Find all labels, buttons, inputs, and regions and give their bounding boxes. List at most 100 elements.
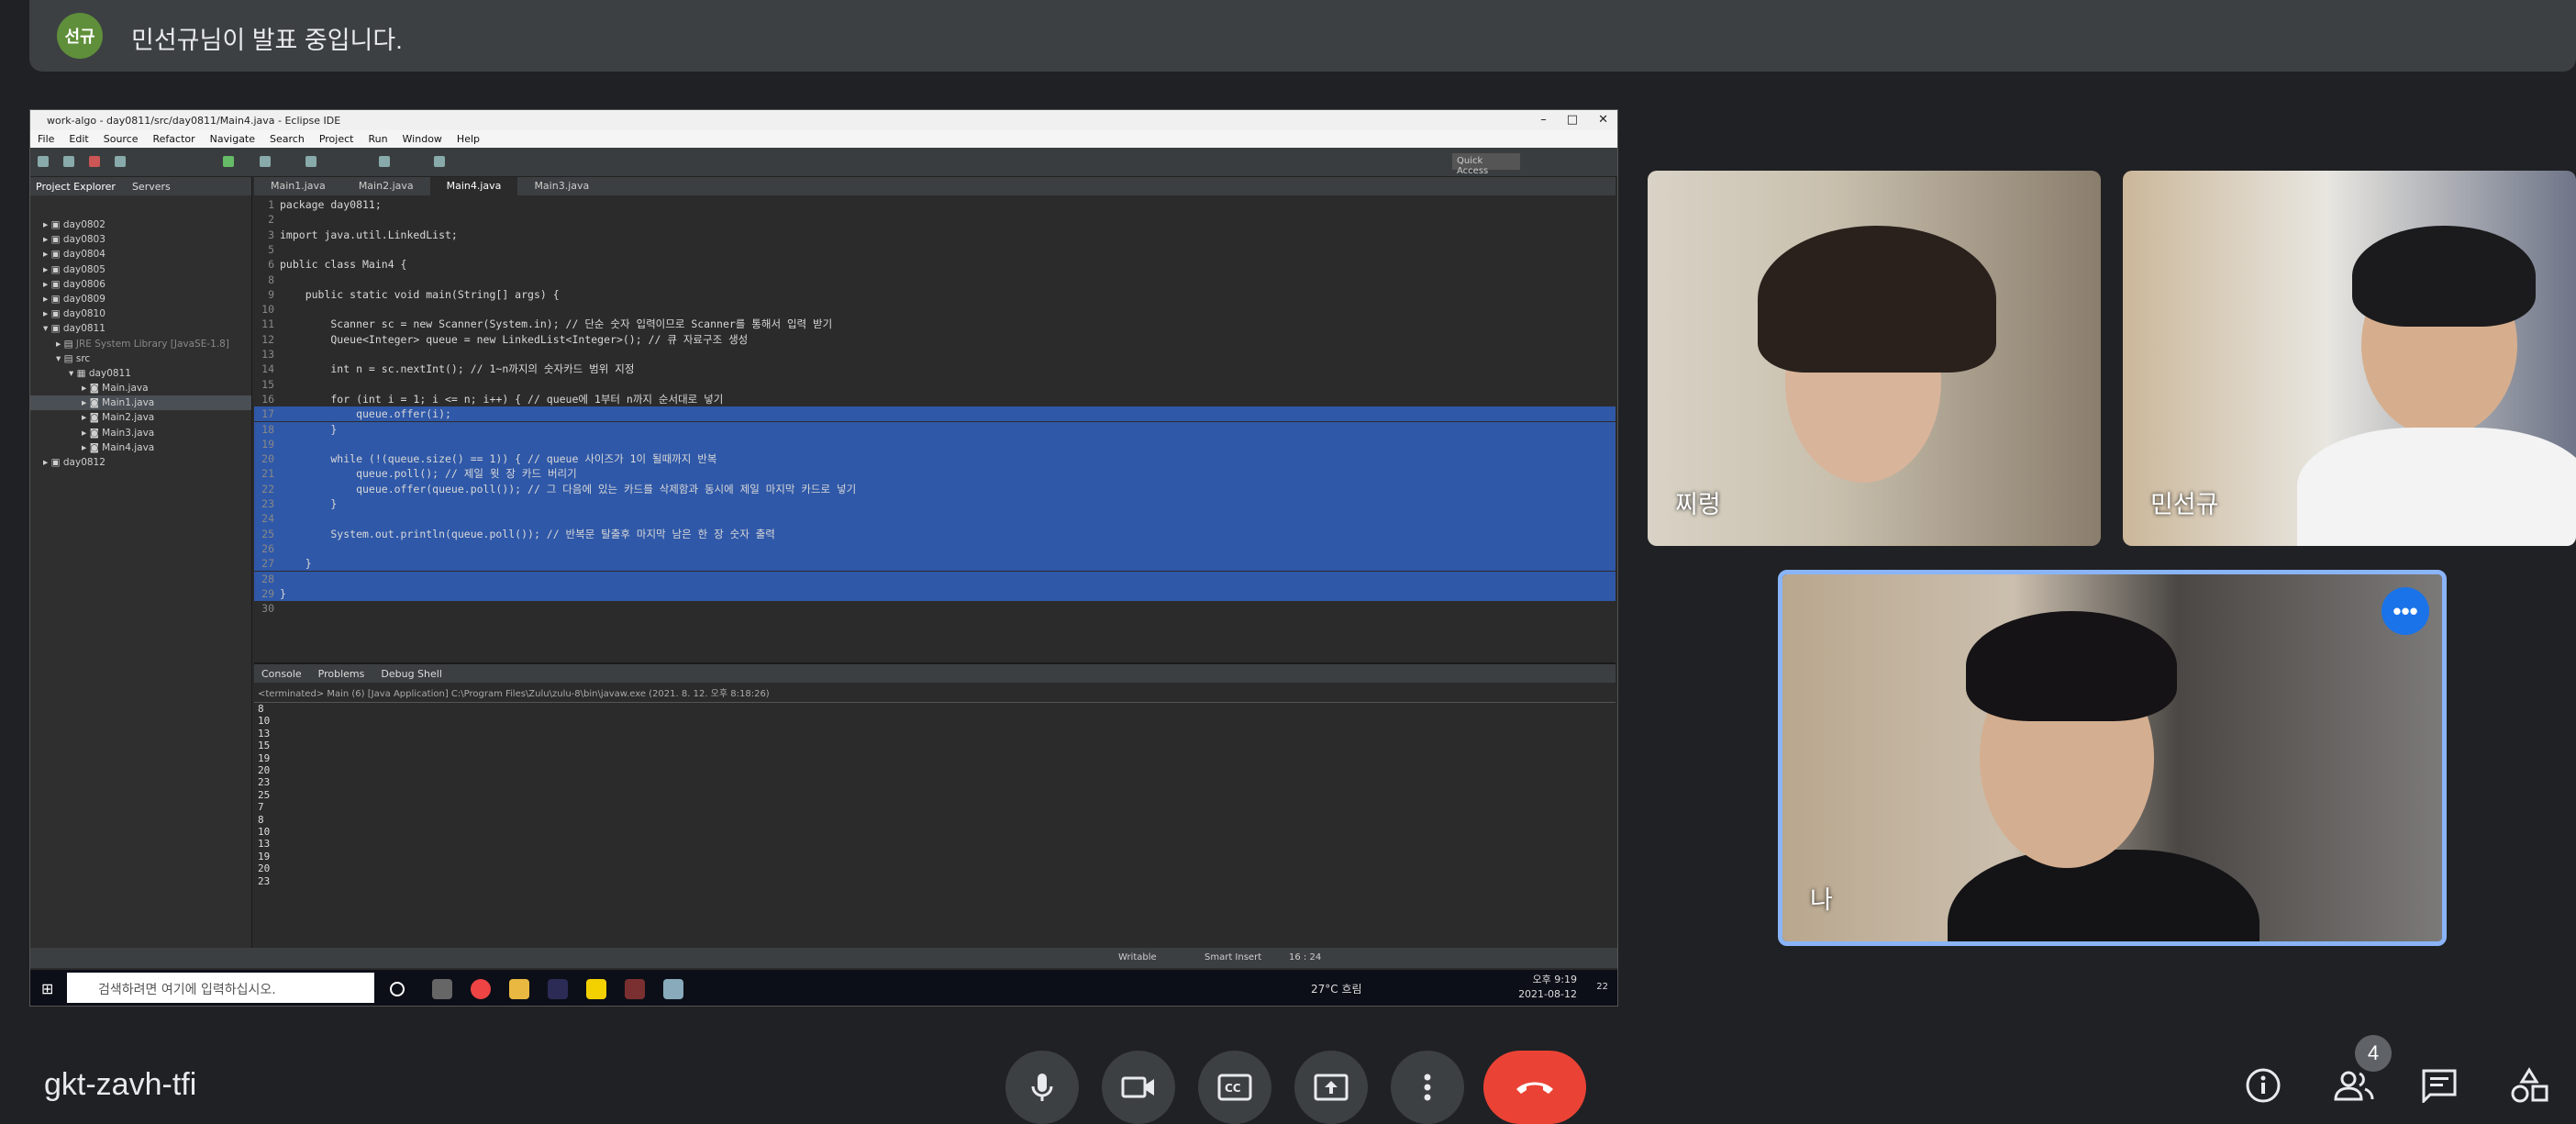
tab-project-explorer[interactable]: Project Explorer xyxy=(36,181,116,193)
notification-icon[interactable]: 22 xyxy=(1596,982,1608,992)
captions-button[interactable]: CC xyxy=(1198,1051,1271,1124)
debug-icon[interactable] xyxy=(115,156,126,167)
tree-item[interactable]: ▸ ▣ day0803 xyxy=(30,232,251,247)
code-line[interactable]: 12 Queue<Integer> queue = new LinkedList… xyxy=(254,332,1616,347)
leave-call-button[interactable] xyxy=(1483,1051,1586,1124)
close-icon[interactable]: ✕ xyxy=(1598,110,1608,130)
menu-search[interactable]: Search xyxy=(270,133,305,145)
editor-tab[interactable]: Main1.java xyxy=(254,177,342,195)
code-editor[interactable]: Main1.java Main2.java Main4.java Main3.j… xyxy=(254,177,1616,775)
weather-widget[interactable]: 27°C 흐림 xyxy=(1311,981,1362,996)
code-line[interactable]: 24 xyxy=(254,511,1616,527)
code-line[interactable]: 14 int n = sc.nextInt(); // 1~n까지의 숫자카드 … xyxy=(254,362,1616,376)
tree-item[interactable]: ▸ ▣ day0804 xyxy=(30,247,251,262)
run-icon[interactable] xyxy=(223,156,234,167)
cortana-icon[interactable] xyxy=(390,982,405,996)
nav-back-icon[interactable] xyxy=(379,156,390,167)
participant-tile[interactable]: 찌렁 xyxy=(1648,171,2101,546)
code-line[interactable]: 21 queue.poll(); // 제일 윗 장 카드 버리기 xyxy=(254,466,1616,482)
code-line[interactable]: 20 while (!(queue.size() == 1)) { // que… xyxy=(254,451,1616,467)
chrome-icon[interactable] xyxy=(471,979,491,999)
tree-item[interactable]: ▸ ▣ day0809 xyxy=(30,292,251,306)
camera-button[interactable] xyxy=(1102,1051,1175,1124)
tree-item[interactable]: ▾ ▦ day0811 xyxy=(30,366,251,381)
editor-tab[interactable]: Main2.java xyxy=(342,177,430,195)
editor-tab-active[interactable]: Main4.java xyxy=(429,177,518,195)
editor-tab[interactable]: Main3.java xyxy=(517,177,605,195)
app-icon[interactable] xyxy=(625,979,645,999)
code-line[interactable]: 22 queue.offer(queue.poll()); // 그 다음에 있… xyxy=(254,481,1616,496)
code-line[interactable]: 15 xyxy=(254,377,1616,392)
tab-debug-shell[interactable]: Debug Shell xyxy=(381,668,442,680)
code-line[interactable]: 30 xyxy=(254,601,1616,616)
more-options-button[interactable]: ••• xyxy=(2382,587,2429,635)
mic-button[interactable] xyxy=(1005,1051,1079,1124)
menu-project[interactable]: Project xyxy=(319,133,354,145)
code-line[interactable]: 13 xyxy=(254,347,1616,362)
menu-file[interactable]: File xyxy=(38,133,54,145)
more-options-button[interactable] xyxy=(1391,1051,1464,1124)
code-line[interactable]: 25 System.out.println(queue.poll()); // … xyxy=(254,526,1616,541)
code-line[interactable]: 2 xyxy=(254,212,1616,227)
code-line[interactable]: 23 } xyxy=(254,496,1616,512)
nav-forward-icon[interactable] xyxy=(434,156,445,167)
tree-item-selected[interactable]: ▸ ◙ Main1.java xyxy=(30,395,251,411)
tree-item[interactable]: ▸ ▣ day0812 xyxy=(30,455,251,470)
app-icon[interactable] xyxy=(663,979,683,999)
code-line[interactable]: 28 xyxy=(254,571,1616,586)
menu-help[interactable]: Help xyxy=(457,133,480,145)
code-line[interactable]: 5 xyxy=(254,242,1616,257)
menu-window[interactable]: Window xyxy=(403,133,442,145)
menu-refactor[interactable]: Refactor xyxy=(153,133,195,145)
code-line[interactable]: 29} xyxy=(254,585,1616,602)
chat-button[interactable] xyxy=(2418,1064,2460,1107)
tab-servers[interactable]: Servers xyxy=(132,181,171,193)
taskbar-search-input[interactable]: 검색하려면 여기에 입력하십시오. xyxy=(67,973,374,1003)
code-area[interactable]: 1 package day0811; 2 3 import java.util.Link… xyxy=(254,197,1616,619)
tab-console[interactable]: Console xyxy=(261,668,302,680)
code-line[interactable]: 11 Scanner sc = new Scanner(System.in); … xyxy=(254,317,1616,331)
menu-navigate[interactable]: Navigate xyxy=(210,133,255,145)
menu-edit[interactable]: Edit xyxy=(69,133,88,145)
windows-start-icon[interactable]: ⊞ xyxy=(41,980,53,997)
stop-icon[interactable] xyxy=(89,156,100,167)
code-line[interactable]: 6 public class Main4 { xyxy=(254,257,1616,272)
code-line[interactable]: 9 public static void main(String[] args)… xyxy=(254,287,1616,302)
code-line[interactable]: 26 xyxy=(254,540,1616,557)
code-line[interactable]: 8 xyxy=(254,273,1616,287)
code-line[interactable]: 18 } xyxy=(254,421,1616,437)
tree-item[interactable]: ▸ ◙ Main3.java xyxy=(30,426,251,440)
tree-item[interactable]: ▸ ▣ day0806 xyxy=(30,277,251,292)
tree-item[interactable]: ▸ ▣ day0805 xyxy=(30,262,251,277)
tree-item[interactable]: ▾ ▣ day0811 xyxy=(30,321,251,336)
kakaotalk-icon[interactable] xyxy=(586,979,606,999)
task-view-icon[interactable] xyxy=(432,979,452,999)
save-icon[interactable] xyxy=(63,156,74,167)
code-line[interactable]: 1 package day0811; xyxy=(254,197,1616,212)
tree-item[interactable]: ▸ ▣ day0802 xyxy=(30,217,251,232)
participant-tile[interactable]: 민선규 xyxy=(2123,171,2576,546)
tree-item[interactable]: ▸ ▣ day0810 xyxy=(30,306,251,321)
code-line[interactable]: 27 } xyxy=(254,556,1616,572)
tree-item[interactable]: ▸ ◙ Main4.java xyxy=(30,440,251,455)
new-icon[interactable] xyxy=(38,156,49,167)
code-line[interactable]: 3 import java.util.LinkedList; xyxy=(254,228,1616,242)
present-button[interactable] xyxy=(1294,1051,1368,1124)
open-type-icon[interactable] xyxy=(305,156,316,167)
tree-item[interactable]: ▸ ◙ Main2.java xyxy=(30,410,251,425)
clock[interactable]: 오후 9:19 2021-08-12 xyxy=(1518,973,1577,1002)
activities-button[interactable] xyxy=(2508,1064,2550,1107)
code-line[interactable]: 19 xyxy=(254,436,1616,452)
meeting-info-button[interactable] xyxy=(2242,1064,2284,1107)
code-line[interactable]: 16 for (int i = 1; i <= n; i++) { // que… xyxy=(254,392,1616,406)
tree-item[interactable]: ▸ ◙ Main.java xyxy=(30,381,251,395)
tab-problems[interactable]: Problems xyxy=(318,668,365,680)
quick-access-input[interactable]: Quick Access xyxy=(1452,153,1520,176)
code-line[interactable]: 10 xyxy=(254,302,1616,317)
menu-source[interactable]: Source xyxy=(104,133,139,145)
menu-run[interactable]: Run xyxy=(368,133,387,145)
self-tile[interactable]: ••• 나 xyxy=(1778,570,2447,946)
tree-item[interactable]: ▾ ▤ src xyxy=(30,351,251,366)
eclipse-taskbar-icon[interactable] xyxy=(548,979,568,999)
tree-item[interactable]: ▸ ▤ JRE System Library [JavaSE-1.8] xyxy=(30,337,251,351)
